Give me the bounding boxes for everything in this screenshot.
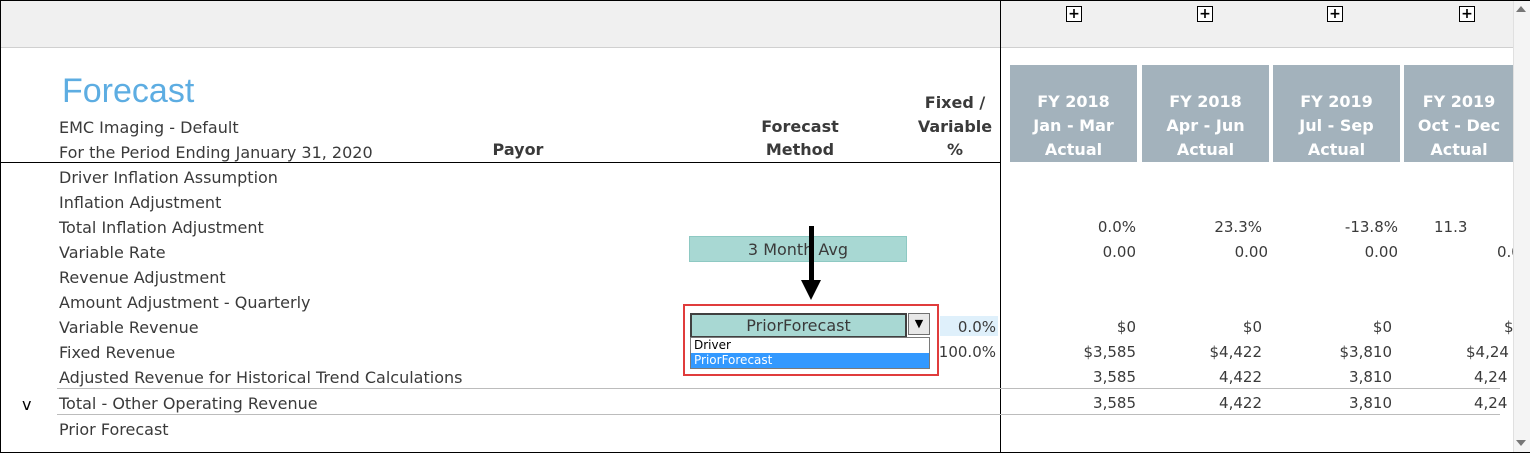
company-name: EMC Imaging - Default: [59, 118, 239, 137]
scroll-up-arrow-icon[interactable]: [1516, 6, 1526, 12]
down-arrow-annotation: [809, 226, 814, 286]
arrowhead-icon: [801, 280, 821, 300]
dropdown-options-list: Driver PriorForecast: [690, 337, 930, 369]
column-header-method-2: Method: [765, 140, 835, 159]
cell-value[interactable]: 4,24: [1474, 368, 1514, 386]
cell-value[interactable]: 3,810: [1312, 368, 1392, 386]
expand-column-button[interactable]: +: [1197, 6, 1213, 22]
row-label: Adjusted Revenue for Historical Trend Ca…: [59, 368, 463, 387]
total-bottom-border: [57, 414, 1500, 415]
expand-column-button[interactable]: +: [1459, 6, 1475, 22]
period-type: Actual: [1430, 140, 1488, 159]
expand-column-button[interactable]: +: [1066, 6, 1082, 22]
cell-value[interactable]: 23.3%: [1182, 218, 1262, 236]
cell-value[interactable]: $0: [1312, 318, 1392, 336]
header-divider: [0, 162, 1000, 163]
cell-value[interactable]: 3,585: [1056, 394, 1136, 412]
top-band: [1, 1, 1513, 48]
cell-value[interactable]: 4,24: [1474, 394, 1514, 412]
period-months: Oct - Dec: [1417, 116, 1501, 135]
cell-value[interactable]: -13.8%: [1318, 218, 1398, 236]
row-label: Total - Other Operating Revenue: [59, 394, 318, 413]
row-label: Total Inflation Adjustment: [59, 218, 264, 237]
cell-value[interactable]: 3,585: [1056, 368, 1136, 386]
cell-value[interactable]: $0: [1182, 318, 1262, 336]
row-label: Variable Revenue: [59, 318, 199, 337]
period-ending: For the Period Ending January 31, 2020: [59, 143, 373, 162]
column-header-method-1: Forecast: [761, 117, 839, 136]
period-year: FY 2018: [1037, 92, 1110, 111]
period-header: FY 2018 Apr - Jun Actual: [1142, 65, 1269, 162]
collapse-toggle[interactable]: v: [22, 395, 31, 414]
period-year: FY 2018: [1169, 92, 1242, 111]
period-year: FY 2019: [1300, 92, 1373, 111]
row-label: Inflation Adjustment: [59, 193, 222, 212]
dropdown-option-priorforecast[interactable]: PriorForecast: [691, 353, 929, 368]
cell-value[interactable]: $4,24: [1466, 343, 1514, 361]
period-type: Actual: [1044, 140, 1103, 159]
forecast-method-dropdown[interactable]: PriorForecast: [690, 313, 907, 338]
page-title: Forecast: [62, 72, 195, 110]
row-label: Variable Rate: [59, 243, 166, 262]
period-months: Apr - Jun: [1166, 116, 1245, 135]
period-type: Actual: [1307, 140, 1366, 159]
column-header-fixed-1: Fixed /: [924, 93, 986, 112]
row-label: Driver Inflation Assumption: [59, 168, 278, 187]
period-header: FY 2019 Jul - Sep Actual: [1273, 65, 1400, 162]
forecast-method-cell[interactable]: 3 Month Avg: [689, 236, 907, 262]
column-header-payor: Payor: [492, 140, 544, 159]
period-year: FY 2019: [1422, 92, 1496, 111]
row-label: Amount Adjustment - Quarterly: [59, 293, 311, 312]
period-months: Jul - Sep: [1299, 116, 1374, 135]
total-top-border: [57, 388, 1500, 389]
cell-value[interactable]: 0.00: [1318, 243, 1398, 261]
cell-value[interactable]: $3,585: [1056, 343, 1137, 361]
cell-value[interactable]: 4,422: [1182, 368, 1262, 386]
dropdown-option-driver[interactable]: Driver: [691, 338, 929, 353]
period-header: FY 2018 Jan - Mar Actual: [1010, 65, 1137, 162]
cell-value[interactable]: 0.00: [1188, 243, 1268, 261]
row-label: Prior Forecast: [59, 420, 169, 439]
period-header: FY 2019 Oct - Dec Actual: [1404, 65, 1514, 162]
cell-value[interactable]: $3,810: [1312, 343, 1393, 361]
freeze-pane-divider: [1000, 0, 1001, 453]
period-months: Jan - Mar: [1033, 116, 1114, 135]
row-label: Revenue Adjustment: [59, 268, 226, 287]
cell-value[interactable]: 0.0%: [1056, 218, 1136, 236]
dropdown-arrow-button[interactable]: ▼: [908, 313, 930, 335]
period-type: Actual: [1176, 140, 1235, 159]
cell-value[interactable]: 0.00: [1056, 243, 1136, 261]
cell-value[interactable]: $0: [1056, 318, 1136, 336]
column-header-fixed-2: Variable: [917, 117, 993, 136]
column-header-fixed-3: %: [946, 140, 964, 159]
cell-value[interactable]: 11.3: [1434, 218, 1514, 236]
cell-value[interactable]: 3,810: [1312, 394, 1392, 412]
cell-value[interactable]: 4,422: [1182, 394, 1262, 412]
row-label: Fixed Revenue: [59, 343, 176, 362]
expand-column-button[interactable]: +: [1327, 6, 1343, 22]
vertical-scrollbar[interactable]: [1513, 1, 1530, 452]
cell-value[interactable]: $4,422: [1182, 343, 1263, 361]
scroll-down-arrow-icon[interactable]: [1516, 440, 1526, 446]
